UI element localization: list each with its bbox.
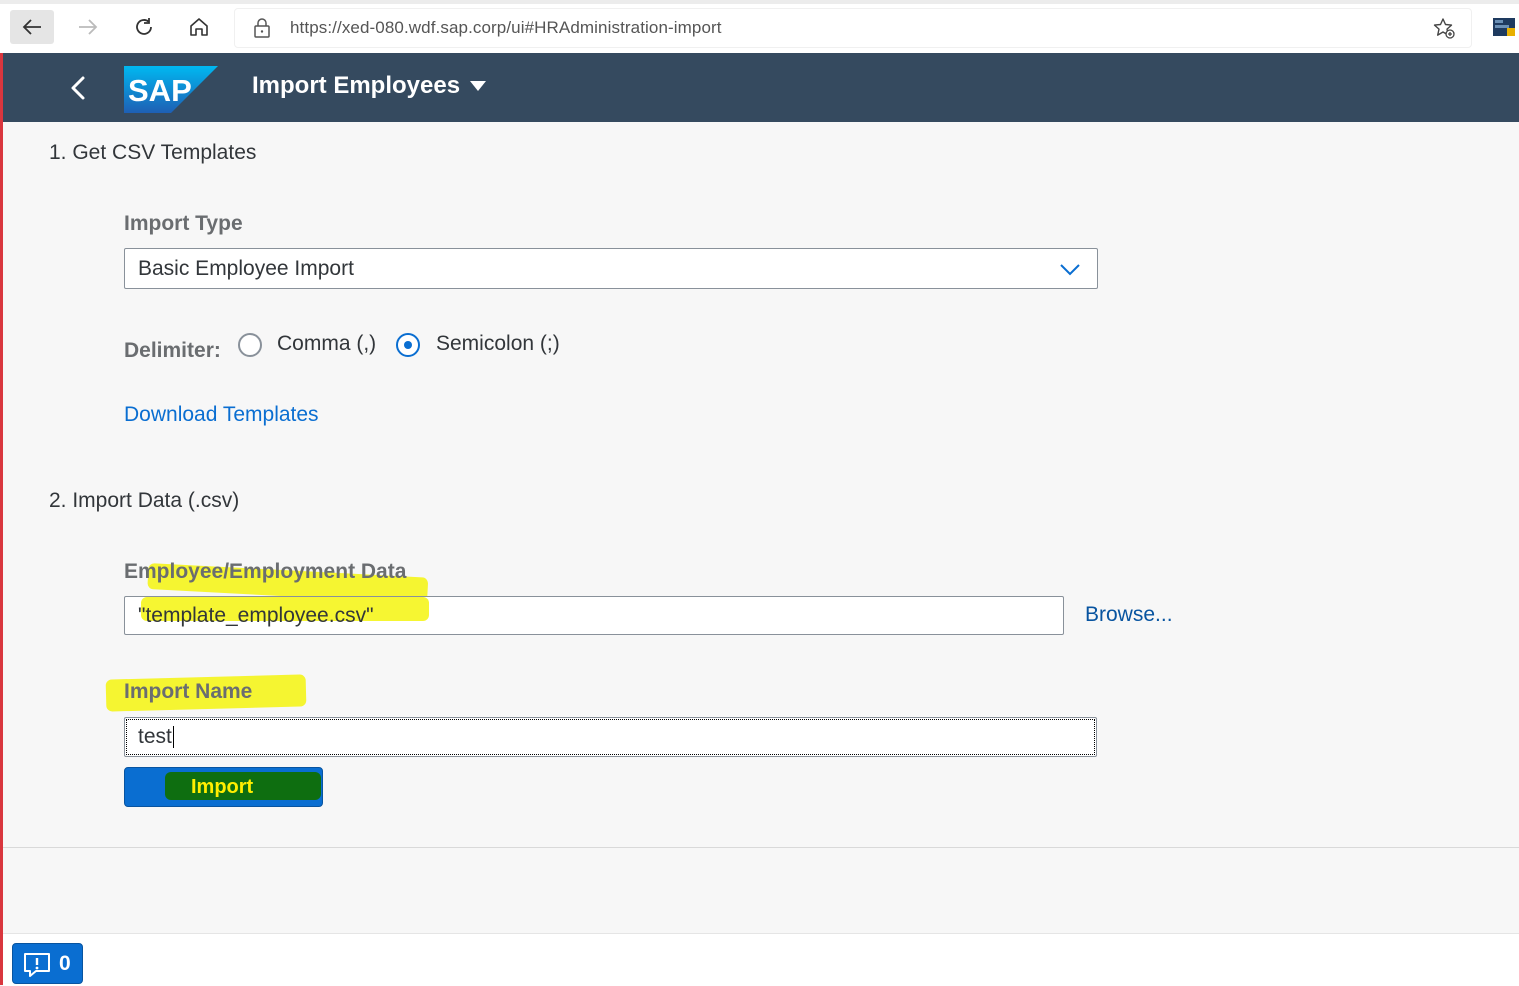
app-title-menu[interactable]: Import Employees: [252, 72, 487, 100]
lock-icon[interactable]: [253, 18, 271, 38]
shell-header: SAP Import Employees: [3, 53, 1519, 122]
message-count[interactable]: 0: [59, 952, 71, 976]
sap-logo-text: SAP: [128, 73, 192, 108]
file-data-label: Employee/Employment Data: [124, 560, 407, 583]
caret-down-icon[interactable]: [470, 81, 487, 91]
browser-forward-button[interactable]: [66, 10, 110, 44]
reload-icon: [136, 18, 152, 35]
back-arrow-icon: [22, 19, 41, 35]
footer-bar: [3, 933, 1519, 986]
radio-comma-label[interactable]: Comma (,): [277, 332, 376, 356]
import-name-label: Import Name: [124, 680, 253, 703]
shell-back-icon[interactable]: [65, 73, 93, 103]
import-button-label[interactable]: Import: [191, 776, 253, 799]
radio-comma[interactable]: [238, 333, 262, 357]
browser-home-button[interactable]: [177, 10, 221, 44]
file-path-value[interactable]: "template_employee.csv": [138, 604, 374, 628]
url-text[interactable]: https://xed-080.wdf.sap.corp/ui#HRAdmini…: [290, 18, 722, 38]
import-name-value[interactable]: test: [138, 725, 172, 748]
message-popover-button[interactable]: 0: [12, 943, 83, 984]
import-type-value[interactable]: Basic Employee Import: [138, 257, 354, 281]
delimiter-label: Delimiter:: [124, 339, 221, 362]
section-title-import-data: 2. Import Data (.csv): [49, 489, 240, 512]
left-edge-bar: [0, 53, 3, 985]
favorite-star-icon[interactable]: [1433, 17, 1455, 39]
import-type-select[interactable]: Basic Employee Import: [124, 248, 1098, 289]
message-alert-icon[interactable]: [23, 952, 51, 978]
forward-arrow-icon: [79, 19, 98, 35]
extension-icon[interactable]: [1493, 18, 1515, 36]
content-divider: [3, 847, 1519, 848]
browse-link[interactable]: Browse...: [1085, 603, 1173, 627]
download-templates-link[interactable]: Download Templates: [124, 403, 319, 427]
import-name-input[interactable]: test: [124, 717, 1097, 757]
sap-logo[interactable]: SAP: [124, 66, 218, 113]
section-title-templates: 1. Get CSV Templates: [49, 141, 257, 164]
radio-semicolon[interactable]: [396, 333, 420, 357]
browser-reload-button[interactable]: [122, 10, 166, 44]
file-path-input[interactable]: "template_employee.csv": [124, 596, 1064, 635]
browser-back-button[interactable]: [10, 10, 54, 44]
home-icon: [190, 18, 208, 36]
radio-semicolon-label[interactable]: Semicolon (;): [436, 332, 560, 356]
browser-toolbar: https://xed-080.wdf.sap.corp/ui#HRAdmini…: [0, 0, 1519, 53]
import-type-label: Import Type: [124, 212, 243, 235]
import-button[interactable]: Import: [124, 767, 323, 807]
address-bar[interactable]: https://xed-080.wdf.sap.corp/ui#HRAdmini…: [234, 8, 1472, 48]
tab-strip: [0, 0, 1519, 4]
text-cursor: [172, 726, 174, 749]
chevron-down-icon[interactable]: [1059, 261, 1081, 277]
app-title[interactable]: Import Employees: [252, 72, 460, 100]
